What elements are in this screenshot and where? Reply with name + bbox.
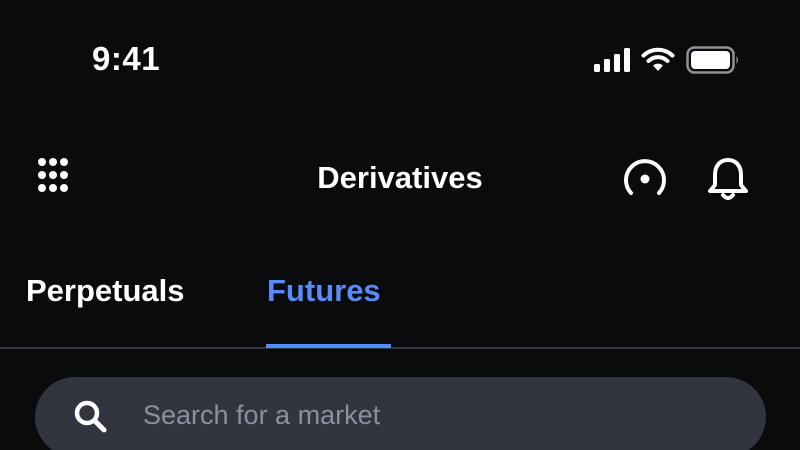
tab-perpetuals[interactable]: Perpetuals: [26, 273, 185, 333]
derivatives-screen: 9:41 Derivatives Perpetuals Futures Sear…: [0, 0, 800, 450]
bell-icon: [708, 158, 748, 200]
page-title: Derivatives: [317, 160, 483, 195]
battery-icon: [686, 46, 738, 74]
status-time: 9:41: [92, 40, 161, 77]
active-tab-indicator: [266, 344, 391, 348]
notifications-button[interactable]: [704, 154, 752, 204]
tab-futures[interactable]: Futures: [267, 273, 381, 333]
wifi-icon: [641, 47, 675, 71]
search-input[interactable]: [143, 395, 703, 435]
market-tabs: Perpetuals Futures: [0, 255, 800, 349]
gauge-icon: [624, 159, 666, 195]
search-bar[interactable]: [35, 377, 766, 450]
search-icon: [74, 400, 107, 433]
app-header: Derivatives: [0, 140, 800, 220]
status-bar: 9:41: [0, 0, 800, 120]
signal-icon: [594, 48, 630, 72]
gauge-button[interactable]: [620, 154, 670, 204]
